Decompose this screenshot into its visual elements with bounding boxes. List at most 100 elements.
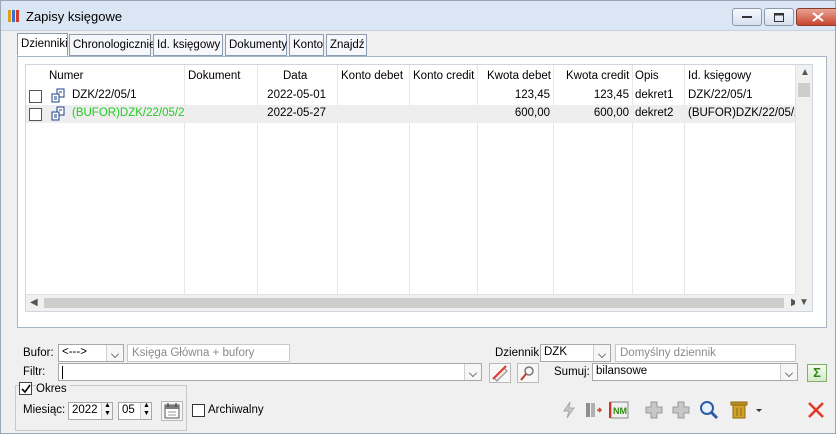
- filter-builder-button[interactable]: [517, 363, 539, 383]
- filter-construct-icon: [520, 366, 534, 381]
- tab-konto[interactable]: Konto: [289, 34, 324, 56]
- ledger-icon: [8, 10, 19, 22]
- sum-button[interactable]: Σ: [807, 364, 827, 382]
- sumuj-select[interactable]: bilansowe: [592, 363, 798, 381]
- svg-text:NM: NM: [613, 406, 627, 416]
- minimize-button[interactable]: [732, 8, 762, 26]
- chevron-down-icon[interactable]: [106, 345, 123, 361]
- chevron-down-icon[interactable]: [780, 364, 797, 380]
- clear-filter-button[interactable]: [489, 363, 511, 383]
- horizontal-scroll-thumb[interactable]: [44, 298, 784, 308]
- dziennik-description: Domyślny dziennik: [615, 344, 796, 362]
- vertical-scrollbar[interactable]: ▲: [795, 65, 812, 295]
- header-opis[interactable]: Opis: [635, 70, 659, 82]
- close-icon: [812, 12, 824, 22]
- cell-numer: (BUFOR)DZK/22/05/2: [72, 107, 185, 119]
- add-icon: [645, 401, 663, 419]
- spin-down-icon[interactable]: ▼: [104, 410, 111, 417]
- tab-dzienniki[interactable]: Dzienniki: [17, 33, 68, 56]
- header-konto-credit[interactable]: Konto credit: [413, 70, 474, 82]
- calendar-button[interactable]: [161, 401, 183, 421]
- miesiac-spinner[interactable]: 05 ▲ ▼: [118, 402, 152, 420]
- header-kwota-credit[interactable]: Kwota credit: [566, 70, 629, 82]
- window: Zapisy księgowe Dzienniki Chronologiczni…: [0, 0, 836, 434]
- search-icon: [700, 401, 719, 420]
- cell-id-ksiegowy: (BUFOR)DZK/22/05/2: [688, 107, 801, 119]
- row-checkbox[interactable]: [29, 108, 42, 121]
- scroll-left-icon[interactable]: ◀: [30, 297, 38, 308]
- nm-button[interactable]: NM: [608, 399, 630, 421]
- tab-id-ksiegowy[interactable]: Id. księgowy: [153, 34, 223, 56]
- chevron-down-icon[interactable]: [464, 364, 481, 380]
- miesiac-label: Miesiąc:: [23, 404, 66, 416]
- header-numer[interactable]: Numer: [49, 70, 84, 82]
- lightning-button[interactable]: [558, 399, 580, 421]
- table-row[interactable]: DZK/22/05/1 2022-05-01 123,45 123,45 dek…: [26, 87, 804, 105]
- table-row[interactable]: (BUFOR)DZK/22/05/2 2022-05-27 600,00 600…: [26, 105, 804, 123]
- dziennik-select[interactable]: DZK: [540, 344, 611, 362]
- spin-down-icon[interactable]: ▼: [143, 410, 150, 417]
- checkmark-icon: [21, 384, 31, 394]
- cell-opis: dekret2: [635, 107, 674, 119]
- nm-icon: NM: [609, 401, 629, 419]
- sumuj-label: Sumuj:: [554, 366, 590, 378]
- header-konto-debet[interactable]: Konto debet: [341, 70, 403, 82]
- vertical-scroll-thumb[interactable]: [798, 83, 810, 97]
- minimize-icon: [742, 16, 752, 18]
- spin-up-icon[interactable]: ▲: [104, 402, 111, 409]
- search-button[interactable]: [698, 399, 720, 421]
- cell-kwota-credit: 600,00: [593, 107, 629, 119]
- bufor-label: Bufor:: [23, 347, 54, 359]
- close-window-button[interactable]: [796, 8, 836, 26]
- eraser-icon: [492, 365, 508, 382]
- filtr-input[interactable]: [58, 363, 482, 381]
- maximize-icon: [774, 12, 784, 22]
- bufor-select[interactable]: <--->: [58, 344, 124, 362]
- cell-kwota-credit: 123,45: [593, 89, 629, 101]
- tab-chronologicznie[interactable]: Chronologicznie: [69, 34, 155, 56]
- dziennik-label: Dziennik:: [495, 347, 543, 359]
- close-button[interactable]: [805, 399, 827, 421]
- add-button[interactable]: [643, 399, 665, 421]
- scroll-up-icon[interactable]: ▲: [800, 67, 810, 78]
- cell-data: 2022-05-27: [267, 107, 326, 119]
- cell-data: 2022-05-01: [267, 89, 326, 101]
- columns-button[interactable]: [583, 399, 605, 421]
- tab-znajdz[interactable]: Znajdź: [326, 34, 367, 56]
- spin-up-icon[interactable]: ▲: [143, 402, 150, 409]
- sigma-icon: Σ: [813, 365, 821, 380]
- dropdown-icon: [756, 409, 762, 412]
- header-dokument[interactable]: Dokument: [188, 70, 240, 82]
- delete-options-button[interactable]: [753, 399, 765, 421]
- header-kwota-debet[interactable]: Kwota debet: [487, 70, 551, 82]
- lightning-icon: [563, 401, 575, 419]
- calendar-icon: [164, 403, 180, 419]
- add-copy-button[interactable]: [670, 399, 692, 421]
- maximize-button[interactable]: [764, 8, 794, 26]
- scroll-down-icon[interactable]: ▼: [799, 297, 809, 308]
- window-title: Zapisy księgowe: [26, 9, 123, 24]
- row-checkbox[interactable]: [29, 90, 42, 103]
- cell-opis: dekret1: [635, 89, 674, 101]
- archiwalny-checkbox[interactable]: [192, 404, 205, 417]
- add-icon: [672, 401, 690, 419]
- filtr-label: Filtr:: [23, 366, 46, 378]
- header-id-ksiegowy[interactable]: Id. księgowy: [688, 70, 751, 82]
- title-bar: Zapisy księgowe: [1, 1, 836, 31]
- cell-numer: DZK/22/05/1: [72, 89, 137, 101]
- archiwalny-label: Archiwalny: [208, 404, 264, 416]
- cell-id-ksiegowy: DZK/22/05/1: [688, 89, 753, 101]
- delete-button[interactable]: [728, 399, 750, 421]
- cell-kwota-debet: 123,45: [514, 89, 550, 101]
- okres-checkbox[interactable]: [19, 382, 32, 395]
- okres-label: Okres: [36, 383, 70, 395]
- cell-kwota-debet: 600,00: [514, 107, 550, 119]
- columns-icon: [586, 403, 603, 417]
- document-link-icon: [51, 88, 65, 103]
- tab-dokumenty[interactable]: Dokumenty: [225, 34, 287, 56]
- rok-spinner[interactable]: 2022 ▲ ▼: [68, 402, 113, 420]
- chevron-down-icon[interactable]: [593, 345, 610, 361]
- header-data[interactable]: Data: [283, 70, 307, 82]
- horizontal-scrollbar[interactable]: ◀ ▶: [26, 294, 804, 311]
- delete-icon: [730, 401, 748, 419]
